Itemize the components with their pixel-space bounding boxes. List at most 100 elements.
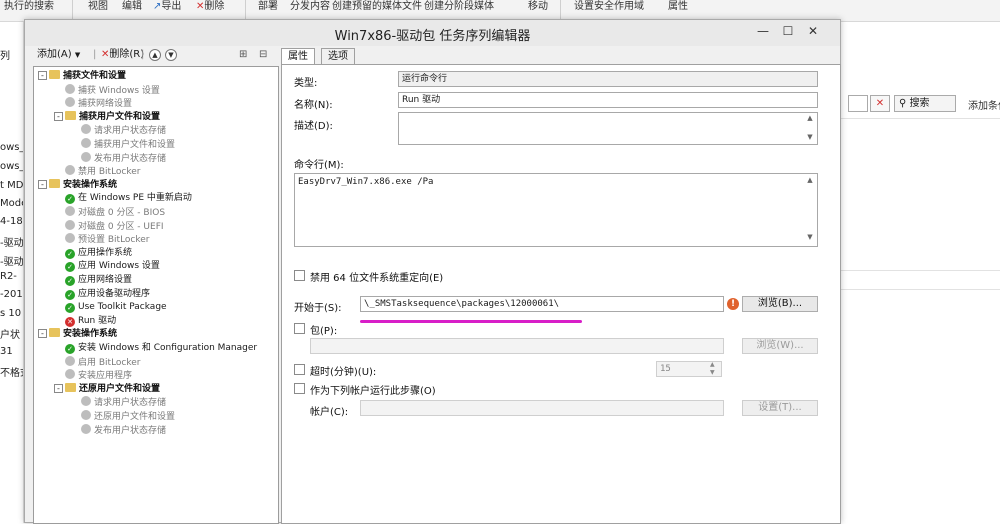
tree-node[interactable]: 请求用户状态存储 bbox=[70, 396, 166, 409]
tree-node[interactable]: 安装应用程序 bbox=[54, 369, 132, 382]
tree-node[interactable]: 还原用户文件和设置 bbox=[70, 410, 175, 423]
list-item[interactable]: -201 bbox=[0, 289, 23, 300]
tree-node[interactable]: 对磁盘 0 分区 - BIOS bbox=[54, 206, 165, 219]
tree-node[interactable]: - 安装操作系统 bbox=[38, 328, 117, 341]
list-item[interactable]: 不格式 bbox=[0, 364, 23, 379]
scroll-down-icon[interactable]: ▼ bbox=[804, 233, 816, 241]
scroll-up-icon[interactable]: ▲ bbox=[804, 114, 816, 122]
ribbon-deploy[interactable]: 部署 bbox=[258, 0, 278, 20]
title-bar[interactable]: Win7x86-驱动包 任务序列编辑器 — ☐ ✕ bbox=[25, 20, 840, 46]
timeout-checkbox[interactable] bbox=[294, 364, 305, 375]
list-item[interactable]: 4-18 bbox=[0, 216, 23, 227]
clear-search-icon[interactable]: ✕ bbox=[870, 95, 890, 112]
list-item[interactable]: 31 bbox=[0, 346, 13, 357]
collapse-toggle-icon[interactable]: - bbox=[54, 383, 63, 393]
package-checkbox[interactable] bbox=[294, 323, 305, 334]
tree-node[interactable]: ✓ 应用操作系统 bbox=[54, 247, 132, 260]
list-item[interactable]: 列 bbox=[0, 47, 10, 62]
maximize-button[interactable]: ☐ bbox=[776, 22, 800, 40]
list-item[interactable]: ows_ bbox=[0, 161, 23, 172]
ribbon-distribute[interactable]: 分发内容 bbox=[290, 0, 330, 20]
list-item[interactable]: ows_ bbox=[0, 142, 23, 153]
tree-node[interactable]: 捕获用户文件和设置 bbox=[70, 138, 175, 151]
start-in-field[interactable]: \_SMSTasksequence\packages\12000061\ bbox=[360, 296, 724, 312]
tree-node[interactable]: - 捕获用户文件和设置 bbox=[54, 110, 160, 124]
ribbon-export[interactable]: ↗导出 bbox=[153, 0, 181, 20]
ribbon-staged[interactable]: 创建分阶段媒体 bbox=[424, 0, 494, 20]
tree-node[interactable]: ✓ 应用设备驱动程序 bbox=[54, 288, 150, 301]
ribbon-prestaged[interactable]: 创建预留的媒体文件 bbox=[332, 0, 422, 20]
tree-node[interactable]: ✓ Use Toolkit Package bbox=[54, 301, 167, 314]
collapse-toggle-icon[interactable]: - bbox=[54, 111, 63, 121]
scroll-up-icon[interactable]: ▲ bbox=[804, 176, 816, 184]
command-line-field[interactable]: EasyDrv7_Win7.x86.exe /Pa bbox=[294, 173, 818, 247]
list-item[interactable]: t MD bbox=[0, 180, 23, 191]
tree-node[interactable]: 捕获 Windows 设置 bbox=[54, 83, 160, 97]
list-item[interactable]: R2- bbox=[0, 271, 17, 282]
scroll-down-icon[interactable]: ▼ bbox=[804, 133, 816, 141]
tree-node[interactable]: ✓ 在 Windows PE 中重新启动 bbox=[54, 192, 192, 205]
divider bbox=[840, 270, 1000, 271]
list-item[interactable]: -驱动 bbox=[0, 253, 23, 268]
tree-node-label: 安装 Windows 和 Configuration Manager bbox=[78, 343, 258, 353]
search-button[interactable]: ⚲ 搜索 bbox=[894, 95, 956, 112]
tree-node[interactable]: 预设置 BitLocker bbox=[54, 233, 150, 246]
success-check-icon: ✓ bbox=[65, 194, 75, 205]
tree-node[interactable]: - 捕获文件和设置 bbox=[38, 70, 126, 83]
task-sequence-tree[interactable]: - 捕获文件和设置 捕获 Windows 设置 捕获网络设置 - 捕获用户文件和设置 请求用… bbox=[33, 66, 279, 524]
tree-node[interactable]: ✓ 应用网络设置 bbox=[54, 274, 132, 287]
tree-node[interactable]: 发布用户状态存储 bbox=[70, 151, 166, 165]
ribbon-separator bbox=[245, 0, 246, 20]
add-menu-button[interactable]: 添加(A) ▼ bbox=[37, 47, 80, 63]
search-button-label: 搜索 bbox=[909, 98, 930, 109]
tab-options[interactable]: 选项 bbox=[321, 48, 355, 65]
search-box-edge[interactable] bbox=[848, 95, 868, 112]
tree-node[interactable]: ✓ 安装 Windows 和 Configuration Manager bbox=[54, 342, 257, 355]
ribbon-move[interactable]: 移动 bbox=[528, 0, 548, 20]
tree-node[interactable]: ✓ 应用 Windows 设置 bbox=[54, 260, 160, 273]
ribbon-properties[interactable]: 属性 bbox=[668, 0, 688, 20]
tree-node-label: 启用 BitLocker bbox=[78, 357, 141, 368]
tree-node[interactable]: 对磁盘 0 分区 - UEFI bbox=[54, 219, 164, 233]
tab-properties[interactable]: 属性 bbox=[281, 48, 315, 65]
success-check-icon: ✓ bbox=[65, 344, 75, 354]
disabled-step-icon bbox=[81, 151, 91, 162]
tree-node-label: 在 Windows PE 中重新启动 bbox=[78, 193, 192, 204]
tree-node[interactable]: 启用 BitLocker bbox=[54, 355, 141, 369]
minimize-button[interactable]: — bbox=[751, 22, 775, 40]
collapse-toggle-icon[interactable]: - bbox=[38, 329, 47, 339]
disable-64bit-checkbox[interactable] bbox=[294, 270, 305, 281]
add-condition-link[interactable]: 添加条件 bbox=[968, 97, 1000, 112]
move-down-icon[interactable]: ▼ bbox=[165, 49, 177, 61]
list-item[interactable]: 户状 bbox=[0, 326, 20, 341]
collapse-toggle-icon[interactable]: - bbox=[38, 71, 47, 80]
list-item[interactable]: Mode bbox=[0, 198, 23, 209]
run-as-checkbox[interactable] bbox=[294, 383, 305, 394]
ribbon-edit[interactable]: 编辑 bbox=[122, 0, 142, 20]
disabled-step-icon bbox=[81, 138, 91, 148]
collapse-all-icon[interactable]: ⊟ bbox=[259, 47, 267, 63]
tree-node[interactable]: - 还原用户文件和设置 bbox=[54, 382, 160, 396]
list-item[interactable]: s 10 bbox=[0, 308, 21, 319]
ribbon-security-scope[interactable]: 设置安全作用域 bbox=[574, 0, 644, 20]
expand-all-icon[interactable]: ⊞ bbox=[239, 47, 247, 63]
tree-node[interactable]: 禁用 BitLocker bbox=[54, 165, 141, 178]
list-item[interactable]: -驱动 bbox=[0, 234, 23, 249]
tree-node[interactable]: - 安装操作系统 bbox=[38, 178, 117, 192]
ribbon-delete[interactable]: ✕删除 bbox=[196, 0, 224, 20]
tree-toolbar: 添加(A) ▼ | ✕删除(R) | ▲ ▼ ⊞ ⊟ bbox=[31, 47, 279, 63]
collapse-toggle-icon[interactable]: - bbox=[38, 179, 47, 189]
tree-node[interactable]: 捕获网络设置 bbox=[54, 97, 132, 110]
tree-node[interactable]: ✕ Run 驱动 bbox=[54, 315, 116, 328]
tree-node[interactable]: 请求用户状态存储 bbox=[70, 124, 166, 137]
ribbon-saved-search[interactable]: 执行的搜索 bbox=[4, 0, 54, 20]
browse-button[interactable]: 浏览(B)... bbox=[742, 296, 818, 312]
description-field[interactable] bbox=[398, 112, 818, 145]
move-up-icon[interactable]: ▲ bbox=[149, 49, 161, 61]
tree-node[interactable]: 发布用户状态存储 bbox=[70, 423, 166, 437]
toolbar-separator: | bbox=[93, 49, 97, 60]
ribbon-view[interactable]: 视图 bbox=[88, 0, 108, 20]
close-button[interactable]: ✕ bbox=[801, 22, 825, 40]
remove-button[interactable]: ✕删除(R) bbox=[101, 47, 144, 63]
name-field[interactable]: Run 驱动 bbox=[398, 92, 818, 108]
